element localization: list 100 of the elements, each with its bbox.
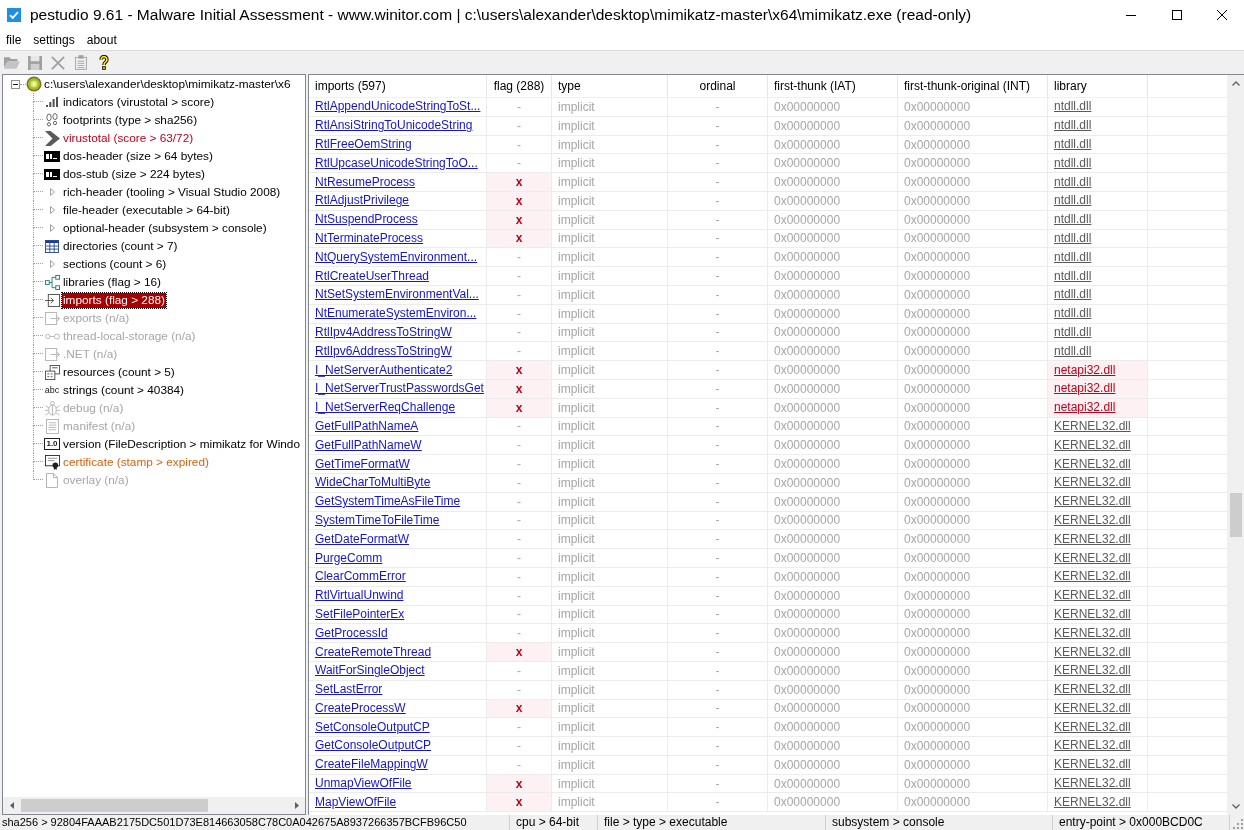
function-link[interactable]: CreateProcessW bbox=[315, 700, 406, 716]
function-link[interactable]: NtEnumerateSystemEnviron... bbox=[315, 306, 477, 322]
column-header[interactable]: ordinal bbox=[668, 75, 768, 97]
function-link[interactable]: GetFullPathNameA bbox=[315, 418, 419, 434]
tree-item[interactable]: version (FileDescription > mimikatz for Windo bbox=[62, 436, 301, 452]
library-link[interactable]: ntdll.dll bbox=[1054, 306, 1092, 322]
library-link[interactable]: KERNEL32.dll bbox=[1054, 475, 1131, 491]
function-link[interactable]: GetDateFormatW bbox=[315, 531, 410, 547]
function-link[interactable]: RtlUpcaseUnicodeStringToO... bbox=[315, 155, 478, 171]
library-link[interactable]: KERNEL32.dll bbox=[1054, 494, 1131, 510]
tree-item[interactable]: c:\users\alexander\desktop\mimikatz-master\x6 bbox=[43, 76, 292, 92]
tree-item[interactable]: certificate (stamp > expired) bbox=[62, 454, 210, 470]
column-header[interactable]: type bbox=[552, 75, 668, 97]
scrollbar-thumb[interactable] bbox=[1229, 493, 1242, 537]
library-link[interactable]: KERNEL32.dll bbox=[1054, 437, 1131, 453]
chevron-down-icon[interactable] bbox=[1231, 804, 1240, 809]
tree-item[interactable]: dos-stub (size > 224 bytes) bbox=[62, 166, 206, 182]
tree-item[interactable]: strings (count > 40384) bbox=[62, 382, 185, 398]
tree-item[interactable]: sections (count > 6) bbox=[62, 256, 168, 272]
library-link[interactable]: KERNEL32.dll bbox=[1054, 456, 1131, 472]
scrollbar-thumb[interactable] bbox=[21, 799, 208, 812]
library-link[interactable]: KERNEL32.dll bbox=[1054, 776, 1131, 792]
function-link[interactable]: RtlAnsiStringToUnicodeString bbox=[315, 118, 473, 134]
function-link[interactable]: NtSuspendProcess bbox=[315, 212, 418, 228]
function-link[interactable]: RtlIpv6AddressToStringW bbox=[315, 343, 452, 359]
tree-item[interactable]: libraries (flag > 16) bbox=[62, 274, 163, 290]
column-header[interactable]: first-thunk (IAT) bbox=[768, 75, 898, 97]
tree-item[interactable]: directories (count > 7) bbox=[62, 238, 179, 254]
function-link[interactable]: CreateFileMappingW bbox=[315, 757, 428, 773]
library-link[interactable]: ntdll.dll bbox=[1054, 212, 1092, 228]
function-link[interactable]: MapViewOfFile bbox=[315, 794, 397, 810]
tree-item[interactable]: resources (count > 5) bbox=[62, 364, 176, 380]
function-link[interactable]: I_NetServerReqChallenge bbox=[315, 400, 456, 416]
collapse-icon[interactable] bbox=[11, 79, 20, 89]
function-link[interactable]: RtlVirtualUnwind bbox=[315, 588, 404, 604]
library-link[interactable]: KERNEL32.dll bbox=[1054, 682, 1131, 698]
function-link[interactable]: UnmapViewOfFile bbox=[315, 776, 412, 792]
library-link[interactable]: ntdll.dll bbox=[1054, 249, 1092, 265]
function-link[interactable]: NtTerminateProcess bbox=[315, 230, 424, 246]
caret-right-icon[interactable] bbox=[294, 802, 299, 809]
tree-item[interactable]: dos-header (size > 64 bytes) bbox=[62, 148, 214, 164]
tree-item[interactable]: file-header (executable > 64-bit) bbox=[62, 202, 231, 218]
library-link[interactable]: KERNEL32.dll bbox=[1054, 719, 1131, 735]
library-link[interactable]: KERNEL32.dll bbox=[1054, 512, 1131, 528]
function-link[interactable]: GetTimeFormatW bbox=[315, 456, 410, 472]
library-link[interactable]: KERNEL32.dll bbox=[1054, 738, 1131, 754]
function-link[interactable]: WaitForSingleObject bbox=[315, 663, 425, 679]
library-link[interactable]: KERNEL32.dll bbox=[1054, 531, 1131, 547]
library-link[interactable]: KERNEL32.dll bbox=[1054, 588, 1131, 604]
function-link[interactable]: CreateRemoteThread bbox=[315, 644, 432, 660]
function-link[interactable]: GetConsoleOutputCP bbox=[315, 738, 432, 754]
library-link[interactable]: ntdll.dll bbox=[1054, 99, 1092, 115]
column-header[interactable]: first-thunk-original (INT) bbox=[898, 75, 1048, 97]
library-link[interactable]: KERNEL32.dll bbox=[1054, 625, 1131, 641]
tree-item[interactable]: virustotal (score > 63/72) bbox=[62, 130, 195, 146]
library-link[interactable]: ntdll.dll bbox=[1054, 118, 1092, 134]
library-link[interactable]: KERNEL32.dll bbox=[1054, 569, 1131, 585]
library-link[interactable]: netapi32.dll bbox=[1054, 381, 1116, 397]
function-link[interactable]: RtlCreateUserThread bbox=[315, 268, 430, 284]
library-link[interactable]: ntdll.dll bbox=[1054, 287, 1092, 303]
function-link[interactable]: SetLastError bbox=[315, 682, 383, 698]
library-link[interactable]: ntdll.dll bbox=[1054, 230, 1092, 246]
column-header[interactable]: library bbox=[1048, 75, 1148, 97]
function-link[interactable]: NtSetSystemEnvironmentVal... bbox=[315, 287, 479, 303]
library-link[interactable]: KERNEL32.dll bbox=[1054, 418, 1131, 434]
library-link[interactable]: netapi32.dll bbox=[1054, 400, 1116, 416]
library-link[interactable]: ntdll.dll bbox=[1054, 155, 1092, 171]
chevron-up-icon[interactable] bbox=[1231, 81, 1240, 86]
horizontal-scrollbar[interactable] bbox=[3, 797, 305, 814]
library-link[interactable]: KERNEL32.dll bbox=[1054, 794, 1131, 810]
function-link[interactable]: RtlIpv4AddressToStringW bbox=[315, 324, 452, 340]
function-link[interactable]: ClearCommError bbox=[315, 569, 406, 585]
function-link[interactable]: PurgeComm bbox=[315, 550, 383, 566]
function-link[interactable]: SetFilePointerEx bbox=[315, 606, 405, 622]
function-link[interactable]: GetProcessId bbox=[315, 625, 388, 641]
menu-item[interactable]: file bbox=[0, 31, 28, 49]
function-link[interactable]: NtQuerySystemEnvironment... bbox=[315, 249, 478, 265]
tree-item[interactable]: optional-header (subsystem > console) bbox=[62, 220, 268, 236]
library-link[interactable]: KERNEL32.dll bbox=[1054, 644, 1131, 660]
function-link[interactable]: RtlAppendUnicodeStringToSt... bbox=[315, 99, 481, 115]
library-link[interactable]: KERNEL32.dll bbox=[1054, 606, 1131, 622]
function-link[interactable]: RtlFreeOemString bbox=[315, 137, 412, 152]
function-link[interactable]: SetConsoleOutputCP bbox=[315, 719, 430, 735]
library-link[interactable]: netapi32.dll bbox=[1054, 362, 1116, 378]
menu-item[interactable]: settings bbox=[27, 31, 81, 49]
function-link[interactable]: RtlAdjustPrivilege bbox=[315, 193, 410, 209]
function-link[interactable]: WideCharToMultiByte bbox=[315, 475, 431, 491]
library-link[interactable]: KERNEL32.dll bbox=[1054, 663, 1131, 679]
library-link[interactable]: KERNEL32.dll bbox=[1054, 550, 1131, 566]
function-link[interactable]: GetFullPathNameW bbox=[315, 437, 422, 453]
library-link[interactable]: KERNEL32.dll bbox=[1054, 700, 1131, 716]
tree-item[interactable]: indicators (virustotal > score) bbox=[62, 94, 216, 110]
library-link[interactable]: ntdll.dll bbox=[1054, 343, 1092, 359]
column-header[interactable]: imports (597) bbox=[309, 75, 487, 97]
library-link[interactable]: ntdll.dll bbox=[1054, 193, 1092, 209]
library-link[interactable]: KERNEL32.dll bbox=[1054, 757, 1131, 773]
tree-item[interactable]: imports (flag > 288) bbox=[62, 292, 166, 308]
library-link[interactable]: ntdll.dll bbox=[1054, 268, 1092, 284]
tree-item[interactable]: footprints (type > sha256) bbox=[62, 112, 199, 128]
library-link[interactable]: ntdll.dll bbox=[1054, 174, 1092, 190]
